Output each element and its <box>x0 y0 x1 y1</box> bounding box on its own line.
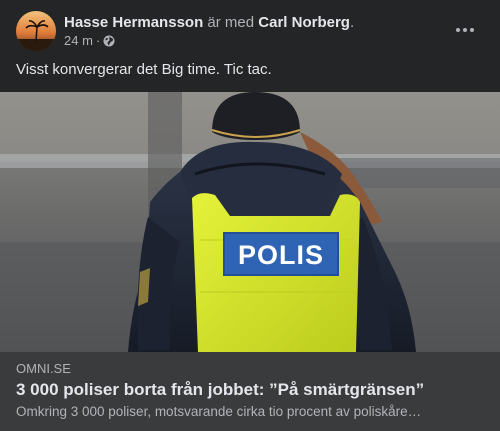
link-domain: OMNI.SE <box>16 361 71 376</box>
globe-icon[interactable] <box>103 35 115 47</box>
police-officer-image: POLIS <box>0 92 500 352</box>
avatar-image <box>16 11 56 51</box>
post-text: Visst konvergerar det Big time. Tic tac. <box>16 61 272 78</box>
author-avatar[interactable] <box>16 11 56 51</box>
more-dot <box>463 28 467 32</box>
post-photo[interactable]: POLIS <box>0 92 500 352</box>
link-title[interactable]: 3 000 poliser borta från jobbet: ”På smä… <box>16 379 424 400</box>
name-line-period: . <box>349 14 355 31</box>
polis-badge-text: POLIS <box>238 240 324 270</box>
author-name[interactable]: Hasse Hermansson <box>64 14 203 31</box>
more-options-icon[interactable] <box>454 21 476 39</box>
link-description: Omkring 3 000 poliser, motsvarande cirka… <box>16 404 422 419</box>
facebook-post: Hasse Hermansson är med Carl Norberg. 24… <box>0 0 500 431</box>
more-dot <box>470 28 474 32</box>
post-time[interactable]: 24 m <box>64 33 93 49</box>
author-line: Hasse Hermansson är med Carl Norberg. <box>64 13 354 32</box>
post-meta: 24 m · <box>64 33 115 49</box>
with-text: är med <box>207 14 255 31</box>
post-header: Hasse Hermansson är med Carl Norberg. 24… <box>16 11 484 51</box>
tagged-person[interactable]: Carl Norberg <box>258 14 350 31</box>
link-preview-card[interactable]: OMNI.SE 3 000 poliser borta från jobbet:… <box>0 352 500 431</box>
more-dot <box>456 28 460 32</box>
meta-separator: · <box>95 33 101 48</box>
